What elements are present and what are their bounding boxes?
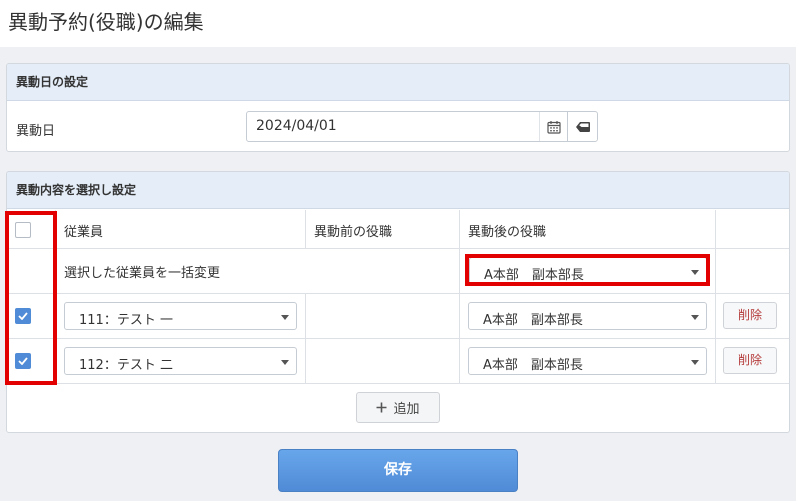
- bulk-change-row: 選択した従業員を一括変更 A本部 副本部長: [7, 249, 789, 294]
- date-settings-heading: 異動日の設定: [7, 64, 789, 101]
- save-button[interactable]: 保存: [278, 449, 518, 492]
- delete-row-button[interactable]: 削除: [723, 302, 777, 329]
- table-header-row: 従業員 異動前の役職 異動後の役職: [7, 210, 789, 249]
- transfer-content-panel: 異動内容を選択し設定 従業員 異動前の役職 異動後の役職 選択した従業員を一括変…: [6, 171, 790, 433]
- delete-row-button[interactable]: 削除: [723, 347, 777, 374]
- bulk-title-select[interactable]: A本部 副本部長: [469, 257, 707, 285]
- col-before-title: 異動前の役職: [314, 225, 393, 240]
- chevron-down-icon: [691, 360, 699, 365]
- transfer-content-heading: 異動内容を選択し設定: [7, 172, 789, 209]
- chevron-down-icon: [281, 360, 289, 365]
- date-settings-panel: 異動日の設定 異動日 2024/04/01: [6, 63, 790, 152]
- bulk-title-value: A本部 副本部長: [484, 268, 584, 283]
- employee-select[interactable]: 111：テスト 一: [64, 302, 297, 330]
- add-row-button[interactable]: 追加: [356, 392, 440, 423]
- calendar-icon[interactable]: [539, 112, 567, 141]
- col-employee: 従業員: [64, 225, 104, 240]
- eraser-icon[interactable]: [567, 112, 598, 141]
- transfer-date-value[interactable]: 2024/04/01: [256, 118, 337, 134]
- employee-value: 111：テスト 一: [79, 313, 173, 328]
- bulk-change-label: 選択した従業員を一括変更: [64, 266, 221, 281]
- chevron-down-icon: [281, 315, 289, 320]
- after-title-select[interactable]: A本部 副本部長: [468, 347, 707, 375]
- col-after-title: 異動後の役職: [468, 225, 547, 240]
- plus-icon: [376, 402, 387, 413]
- row-checkbox[interactable]: [15, 308, 31, 324]
- add-row-label: 追加: [393, 402, 420, 417]
- page-header: 異動予約(役職)の編集: [0, 0, 796, 47]
- table-row: 111：テスト 一 A本部 副本部長 削除: [7, 294, 789, 339]
- chevron-down-icon: [691, 270, 699, 275]
- table-row: 112：テスト 二 A本部 副本部長 削除: [7, 339, 789, 384]
- employee-select[interactable]: 112：テスト 二: [64, 347, 297, 375]
- row-checkbox[interactable]: [15, 353, 31, 369]
- after-title-value: A本部 副本部長: [483, 358, 583, 373]
- after-title-select[interactable]: A本部 副本部長: [468, 302, 707, 330]
- employee-value: 112：テスト 二: [79, 358, 173, 373]
- after-title-value: A本部 副本部長: [483, 313, 583, 328]
- transfer-date-label: 異動日: [16, 124, 56, 139]
- page-title: 異動予約(役職)の編集: [8, 10, 204, 34]
- transfer-date-input[interactable]: 2024/04/01: [246, 111, 598, 142]
- chevron-down-icon: [691, 315, 699, 320]
- select-all-checkbox[interactable]: [15, 222, 31, 238]
